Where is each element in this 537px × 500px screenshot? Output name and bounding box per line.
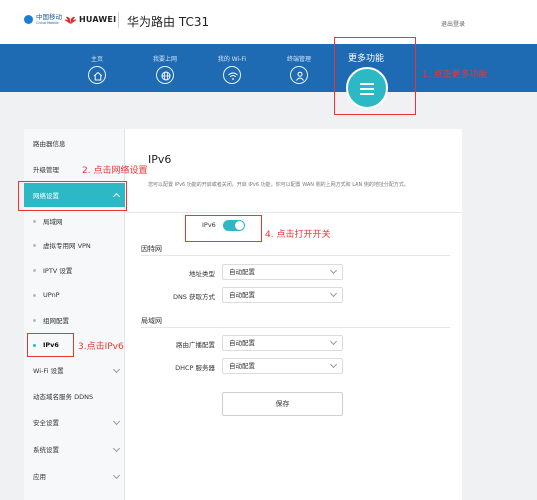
- menu-icon-bar: [360, 93, 374, 95]
- chevron-down-icon: [112, 471, 121, 480]
- nav-devices[interactable]: 终端管理: [275, 56, 323, 84]
- section-divider: [141, 255, 450, 256]
- nav-home[interactable]: 主页: [73, 56, 121, 84]
- sidebar-item-label: 局域网: [43, 218, 63, 226]
- home-icon: [88, 66, 106, 84]
- sidebar-item-label: IPTV 设置: [43, 267, 73, 275]
- chevron-down-icon: [329, 266, 338, 275]
- sidebar-item-router-info[interactable]: 路由器信息: [24, 131, 125, 155]
- nav-label: 终端管理: [286, 56, 311, 63]
- dns-mode-select[interactable]: 自动配置: [222, 287, 343, 303]
- sidebar-item-wifi-settings[interactable]: Wi-Fi 设置: [24, 358, 125, 382]
- dhcp-server-label: DHCP 服务器: [175, 364, 215, 372]
- main-panel: IPv6 您可以配置 IPv6 功能的开启或者关闭。开启 IPv6 功能，你可以…: [125, 129, 462, 500]
- carrier-logo: 中国移动 China Mobile: [24, 14, 62, 25]
- bullet-icon: [33, 293, 36, 297]
- bullet-icon: [33, 318, 36, 322]
- address-type-select[interactable]: 自动配置: [222, 264, 343, 280]
- sidebar-item-mesh[interactable]: 组网配置: [24, 308, 125, 332]
- china-mobile-icon: [24, 15, 33, 24]
- sidebar-item-label: 应用: [33, 473, 46, 481]
- sidebar-item-label: 虚拟专用网 VPN: [43, 242, 91, 250]
- menu-icon: [360, 83, 374, 85]
- chevron-down-icon: [329, 337, 338, 346]
- sidebar-item-ddns[interactable]: 动态域名服务 DDNS: [24, 384, 125, 408]
- sidebar-item-upnp[interactable]: UPnP: [24, 283, 125, 307]
- sidebar-item-vpn[interactable]: 虚拟专用网 VPN: [24, 233, 125, 257]
- sidebar-item-label: 动态域名服务 DDNS: [33, 393, 94, 401]
- highlight-box-ipv6: [27, 333, 74, 357]
- highlight-box-network: [18, 181, 127, 211]
- section-internet: 因特网: [141, 245, 162, 253]
- carrier-name: 中国移动: [36, 13, 62, 21]
- section-lan: 局域网: [141, 317, 162, 325]
- sidebar-item-label: UPnP: [43, 291, 60, 299]
- annotation-step3: 3.点击IPv6: [78, 342, 124, 352]
- bullet-icon: [33, 268, 36, 272]
- dns-mode-label: DNS 获取方式: [172, 293, 215, 301]
- chevron-down-icon: [112, 365, 121, 374]
- sidebar-item-iptv[interactable]: IPTV 设置: [24, 258, 125, 282]
- sidebar-item-label: 组网配置: [43, 317, 69, 325]
- bullet-icon: [33, 243, 36, 247]
- sidebar-item-security[interactable]: 安全设置: [24, 410, 125, 434]
- chevron-down-icon: [112, 417, 121, 426]
- sidebar-item-label: 安全设置: [33, 419, 59, 427]
- page-description: 您可以配置 IPv6 功能的开启或者关闭。开启 IPv6 功能，你可以配置 WA…: [148, 182, 409, 188]
- sidebar-item-lan[interactable]: 局域网: [24, 209, 125, 233]
- annotation-step2: 2. 点击网络设置: [82, 166, 148, 176]
- sidebar-item-label: 系统设置: [33, 446, 59, 454]
- more-functions-button[interactable]: [346, 67, 388, 109]
- nav-internet[interactable]: 我要上网: [141, 56, 189, 84]
- chevron-down-icon: [329, 360, 338, 369]
- chevron-down-icon: [329, 289, 338, 298]
- save-button[interactable]: 保存: [222, 392, 343, 416]
- more-functions-label: 更多功能: [348, 54, 385, 64]
- top-header: 中国移动 China Mobile HUAWEI 华为路由 TC31 退出登录: [0, 0, 537, 44]
- select-value: 自动配置: [229, 291, 255, 299]
- highlight-box-toggle: [185, 215, 262, 242]
- nav-wifi[interactable]: 我的 Wi-Fi: [208, 56, 256, 84]
- bullet-icon: [33, 219, 36, 223]
- sidebar-item-label: Wi-Fi 设置: [33, 367, 64, 375]
- sidebar-item-system[interactable]: 系统设置: [24, 437, 125, 461]
- divider: [125, 212, 462, 213]
- carrier-sub: China Mobile: [36, 20, 59, 25]
- globe-icon: [156, 66, 174, 84]
- chevron-down-icon: [112, 444, 121, 453]
- select-value: 自动配置: [229, 339, 255, 347]
- logout-link[interactable]: 退出登录: [441, 19, 465, 28]
- user-icon: [290, 66, 308, 84]
- ra-config-label: 路由广播配置: [176, 341, 215, 349]
- select-value: 自动配置: [229, 268, 255, 276]
- sidebar-item-label: 路由器信息: [33, 140, 66, 148]
- select-value: 自动配置: [229, 362, 255, 370]
- nav-label: 我的 Wi-Fi: [217, 56, 247, 63]
- annotation-step1: 1. 点击更多功能: [422, 70, 488, 80]
- dhcp-server-select[interactable]: 自动配置: [222, 358, 343, 374]
- huawei-logo-icon: [64, 16, 77, 24]
- brand-name: HUAWEI: [79, 15, 117, 24]
- page-title: IPv6: [148, 153, 172, 166]
- address-type-label: 地址类型: [189, 270, 215, 278]
- nav-label: 我要上网: [152, 56, 177, 63]
- nav-label: 主页: [90, 56, 103, 63]
- router-admin-page: 中国移动 China Mobile HUAWEI 华为路由 TC31 退出登录 …: [0, 0, 537, 500]
- annotation-step4: 4. 点击打开开关: [265, 230, 331, 240]
- wifi-icon: [223, 66, 241, 84]
- sidebar-item-label: 升级管理: [33, 166, 59, 174]
- header-divider: [118, 12, 119, 28]
- sidebar-item-apps[interactable]: 应用: [24, 464, 125, 488]
- section-divider: [141, 327, 450, 328]
- menu-icon-bar: [360, 88, 374, 90]
- ra-config-select[interactable]: 自动配置: [222, 335, 343, 351]
- router-title: 华为路由 TC31: [127, 15, 210, 29]
